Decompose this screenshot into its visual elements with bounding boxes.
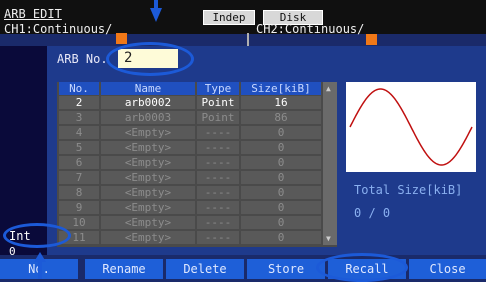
callout-arrows — [34, 0, 162, 279]
down-arrow-icon — [150, 8, 162, 22]
